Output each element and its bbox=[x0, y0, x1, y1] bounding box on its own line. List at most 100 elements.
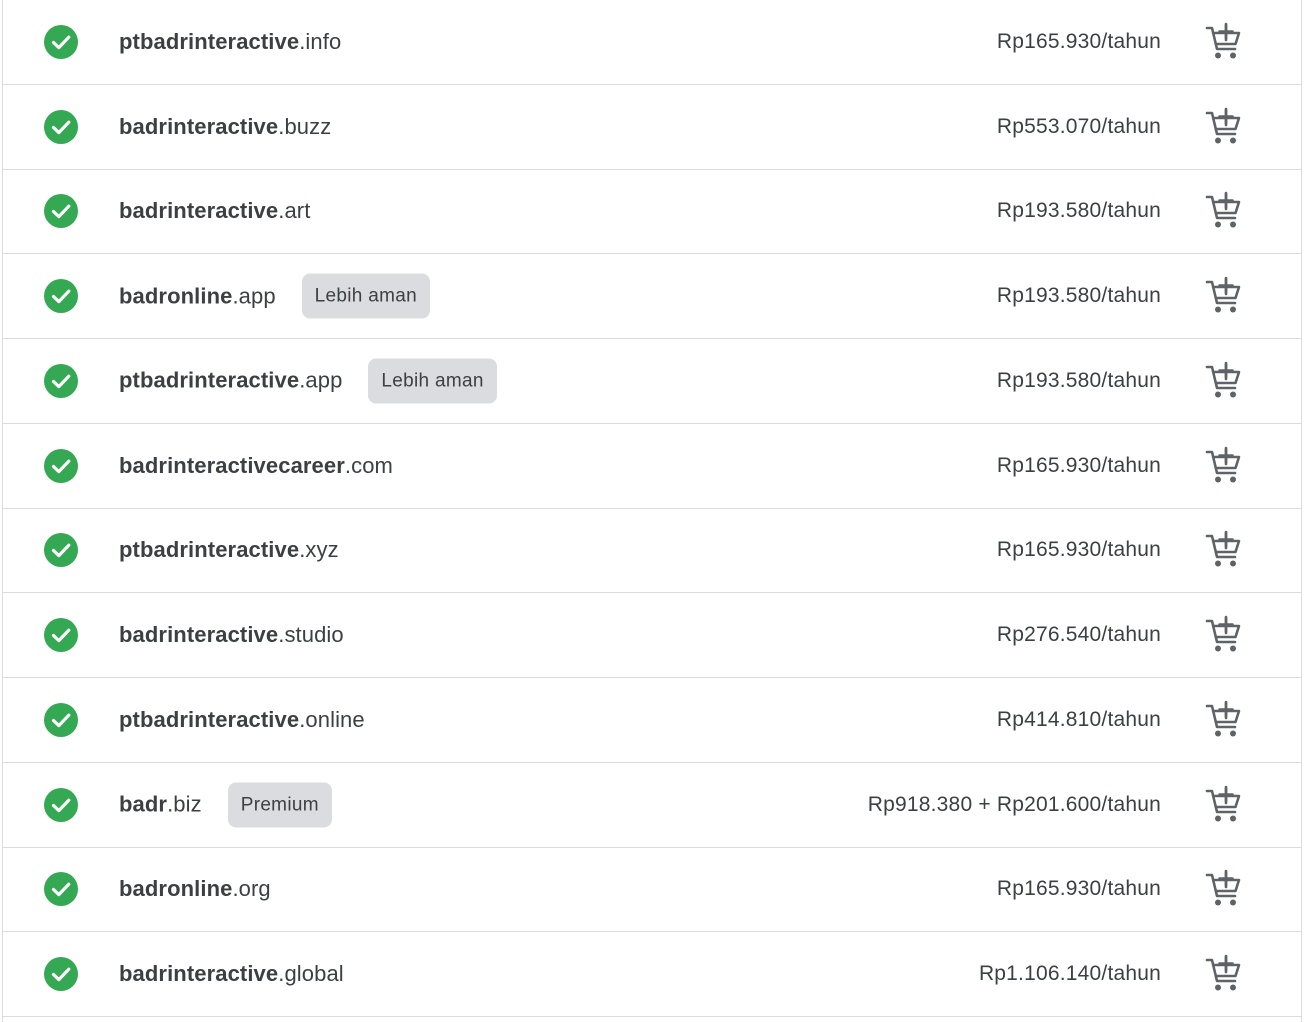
domain-badge: Premium bbox=[227, 782, 332, 828]
domain-name[interactable]: badr.biz bbox=[119, 792, 202, 818]
domain-sld: badrinteractivecareer bbox=[119, 452, 345, 478]
add-to-cart-icon[interactable] bbox=[1204, 107, 1244, 147]
check-circle-icon bbox=[44, 109, 78, 144]
domain-row: ptbadrinteractive.info Rp165.930/tahun bbox=[3, 0, 1301, 85]
domain-row: badrinteractive.buzz Rp553.070/tahun bbox=[3, 85, 1301, 170]
domain-name-group: badrinteractive.art bbox=[119, 198, 310, 224]
domain-name-group: badrinteractive.studio bbox=[119, 622, 344, 648]
domain-name[interactable]: badronline.org bbox=[119, 876, 271, 902]
add-to-cart-icon[interactable] bbox=[1204, 615, 1244, 655]
domain-price: Rp165.930/tahun bbox=[996, 877, 1161, 901]
domain-row: ptbadrinteractive.app Lebih aman Rp193.5… bbox=[3, 339, 1301, 424]
add-to-cart-icon[interactable] bbox=[1204, 22, 1244, 62]
domain-price: Rp1.106.140/tahun bbox=[978, 962, 1161, 986]
domain-name-group: ptbadrinteractive.xyz bbox=[119, 537, 339, 563]
domain-tld: .biz bbox=[167, 791, 202, 817]
domain-name-group: badrinteractive.buzz bbox=[119, 114, 331, 140]
domain-name[interactable]: ptbadrinteractive.xyz bbox=[119, 537, 339, 563]
domain-name[interactable]: ptbadrinteractive.app bbox=[119, 368, 342, 394]
domain-name-group: badronline.app Lebih aman bbox=[119, 273, 430, 319]
domain-sld: ptbadrinteractive bbox=[119, 537, 300, 563]
domain-row: badronline.app Lebih aman Rp193.580/tahu… bbox=[3, 254, 1301, 339]
domain-row: badrinteractivecareer.com Rp165.930/tahu… bbox=[3, 424, 1301, 509]
domain-price: Rp553.070/tahun bbox=[996, 114, 1161, 138]
domain-tld: .online bbox=[299, 706, 365, 732]
domain-tld: .app bbox=[299, 367, 343, 393]
domain-results-list: ptbadrinteractive.info Rp165.930/tahun b… bbox=[2, 0, 1302, 1022]
domain-sld: badronline bbox=[119, 283, 233, 309]
domain-name[interactable]: badrinteractivecareer.com bbox=[119, 453, 393, 479]
check-circle-icon bbox=[44, 533, 78, 568]
domain-tld: .art bbox=[278, 198, 311, 224]
add-to-cart-icon[interactable] bbox=[1204, 785, 1244, 825]
add-to-cart-icon[interactable] bbox=[1204, 530, 1244, 570]
check-circle-icon bbox=[44, 194, 78, 229]
domain-sld: ptbadrinteractive bbox=[119, 367, 300, 393]
domain-price: Rp414.810/tahun bbox=[996, 707, 1161, 731]
domain-tld: .org bbox=[232, 876, 271, 902]
check-circle-icon bbox=[44, 957, 78, 992]
domain-tld: .info bbox=[299, 28, 342, 54]
check-circle-icon bbox=[44, 448, 78, 483]
domain-sld: badrinteractive bbox=[119, 622, 279, 648]
check-circle-icon bbox=[44, 618, 78, 653]
domain-price: Rp276.540/tahun bbox=[996, 623, 1161, 647]
domain-row: badrinteractive.global Rp1.106.140/tahun bbox=[3, 932, 1301, 1017]
domain-price: Rp165.930/tahun bbox=[996, 538, 1161, 562]
domain-price: Rp918.380 + Rp201.600/tahun bbox=[867, 792, 1161, 816]
domain-name[interactable]: badrinteractive.art bbox=[119, 198, 310, 224]
add-to-cart-icon[interactable] bbox=[1204, 276, 1244, 316]
domain-row: badronline.org Rp165.930/tahun bbox=[3, 848, 1301, 933]
domain-name[interactable]: badrinteractive.global bbox=[119, 961, 344, 987]
domain-price: Rp193.580/tahun bbox=[996, 368, 1161, 392]
domain-row: ptbadrinteractive.online Rp414.810/tahun bbox=[3, 678, 1301, 763]
check-circle-icon bbox=[44, 872, 78, 907]
add-to-cart-icon[interactable] bbox=[1204, 191, 1244, 231]
domain-tld: .xyz bbox=[299, 537, 339, 563]
domain-sld: badrinteractive bbox=[119, 113, 279, 139]
domain-name-group: badr.biz Premium bbox=[119, 782, 332, 828]
check-circle-icon bbox=[44, 24, 78, 59]
check-circle-icon bbox=[44, 363, 78, 398]
domain-tld: .global bbox=[278, 961, 344, 987]
domain-tld: .com bbox=[344, 452, 393, 478]
domain-name-group: ptbadrinteractive.online bbox=[119, 707, 365, 733]
add-to-cart-icon[interactable] bbox=[1204, 869, 1244, 909]
domain-sld: ptbadrinteractive bbox=[119, 706, 300, 732]
add-to-cart-icon[interactable] bbox=[1204, 954, 1244, 994]
domain-row: badrinteractive.studio Rp276.540/tahun bbox=[3, 593, 1301, 678]
domain-name[interactable]: badrinteractive.studio bbox=[119, 622, 344, 648]
domain-price: Rp193.580/tahun bbox=[996, 284, 1161, 308]
check-circle-icon bbox=[44, 702, 78, 737]
domain-tld: .buzz bbox=[278, 113, 332, 139]
add-to-cart-icon[interactable] bbox=[1204, 700, 1244, 740]
domain-tld: .app bbox=[232, 283, 276, 309]
check-circle-icon bbox=[44, 279, 78, 314]
domain-row: ptbadrinteractive.xyz Rp165.930/tahun bbox=[3, 509, 1301, 594]
domain-name[interactable]: ptbadrinteractive.online bbox=[119, 707, 365, 733]
domain-price: Rp165.930/tahun bbox=[996, 29, 1161, 53]
domain-name[interactable]: ptbadrinteractive.info bbox=[119, 29, 341, 55]
domain-badge: Lebih aman bbox=[301, 273, 430, 319]
domain-name-group: badronline.org bbox=[119, 876, 271, 902]
domain-name-group: badrinteractivecareer.com bbox=[119, 453, 393, 479]
domain-sld: ptbadrinteractive bbox=[119, 28, 300, 54]
domain-badge: Lebih aman bbox=[368, 358, 497, 404]
domain-name[interactable]: badrinteractive.buzz bbox=[119, 114, 331, 140]
domain-sld: badr bbox=[119, 791, 168, 817]
domain-row: badrinteractive.art Rp193.580/tahun bbox=[3, 170, 1301, 255]
domain-sld: badrinteractive bbox=[119, 961, 279, 987]
domain-price: Rp193.580/tahun bbox=[996, 199, 1161, 223]
add-to-cart-icon[interactable] bbox=[1204, 361, 1244, 401]
domain-name[interactable]: badronline.app bbox=[119, 283, 276, 309]
domain-tld: .studio bbox=[278, 622, 344, 648]
domain-name-group: ptbadrinteractive.info bbox=[119, 29, 341, 55]
domain-price: Rp165.930/tahun bbox=[996, 453, 1161, 477]
add-to-cart-icon[interactable] bbox=[1204, 446, 1244, 486]
domain-sld: badrinteractive bbox=[119, 198, 279, 224]
domain-name-group: badrinteractive.global bbox=[119, 961, 344, 987]
domain-sld: badronline bbox=[119, 876, 233, 902]
check-circle-icon bbox=[44, 787, 78, 822]
domain-name-group: ptbadrinteractive.app Lebih aman bbox=[119, 358, 497, 404]
domain-row: badr.biz Premium Rp918.380 + Rp201.600/t… bbox=[3, 763, 1301, 848]
